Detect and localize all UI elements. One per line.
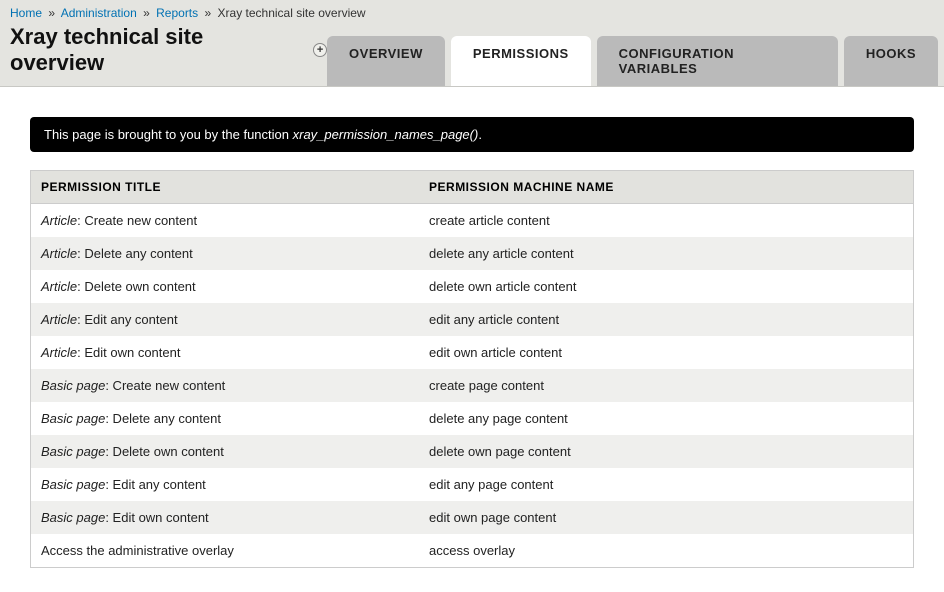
content-type-prefix: Basic page [41, 411, 105, 426]
breadcrumb: Home » Administration » Reports » Xray t… [0, 0, 944, 24]
breadcrumb-sep: » [143, 6, 150, 20]
permission-machine-cell: access overlay [419, 534, 913, 568]
permission-title-cell: Article: Create new content [31, 204, 420, 238]
breadcrumb-sep: » [48, 6, 55, 20]
table-body: Article: Create new contentcreate articl… [31, 204, 914, 568]
table-row: Article: Edit any contentedit any articl… [31, 303, 914, 336]
permission-title-text: : Create new content [105, 378, 225, 393]
info-bar-prefix: This page is brought to you by the funct… [44, 127, 293, 142]
title-bar: Xray technical site overview + OVERVIEW … [0, 24, 944, 87]
permission-title-text: : Edit any content [105, 477, 205, 492]
permission-machine-cell: edit own article content [419, 336, 913, 369]
permission-machine-cell: edit any page content [419, 468, 913, 501]
permission-title-text: : Delete own content [77, 279, 196, 294]
permission-title-cell: Basic page: Create new content [31, 369, 420, 402]
permission-machine-cell: edit any article content [419, 303, 913, 336]
permissions-table: PERMISSION TITLE PERMISSION MACHINE NAME… [30, 170, 914, 568]
content-type-prefix: Basic page [41, 444, 105, 459]
breadcrumb-sep: » [205, 6, 212, 20]
permission-title-cell: Article: Edit any content [31, 303, 420, 336]
tab-permissions[interactable]: PERMISSIONS [451, 36, 591, 86]
table-row: Article: Delete own contentdelete own ar… [31, 270, 914, 303]
page-title-text: Xray technical site overview [10, 24, 303, 76]
plus-icon[interactable]: + [313, 43, 327, 57]
table-row: Basic page: Delete own contentdelete own… [31, 435, 914, 468]
permission-title-cell: Basic page: Edit own content [31, 501, 420, 534]
permission-title-text: : Edit any content [77, 312, 177, 327]
permission-title-text: : Edit own content [77, 345, 180, 360]
tab-overview[interactable]: OVERVIEW [327, 36, 445, 86]
permission-title-cell: Article: Edit own content [31, 336, 420, 369]
permission-title-text: : Create new content [77, 213, 197, 228]
content-type-prefix: Article [41, 312, 77, 327]
content-type-prefix: Article [41, 279, 77, 294]
info-bar-suffix: . [478, 127, 482, 142]
permission-title-text: : Delete any content [77, 246, 193, 261]
content-type-prefix: Basic page [41, 477, 105, 492]
permission-machine-cell: delete own page content [419, 435, 913, 468]
permission-title-cell: Basic page: Delete any content [31, 402, 420, 435]
page-content: This page is brought to you by the funct… [0, 87, 944, 592]
permission-title-cell: Access the administrative overlay [31, 534, 420, 568]
permission-title-cell: Basic page: Delete own content [31, 435, 420, 468]
page-title: Xray technical site overview + [10, 24, 327, 86]
permission-machine-cell: delete any article content [419, 237, 913, 270]
tabs: OVERVIEW PERMISSIONS CONFIGURATION VARIA… [327, 36, 944, 86]
table-row: Article: Edit own contentedit own articl… [31, 336, 914, 369]
table-row: Article: Create new contentcreate articl… [31, 204, 914, 238]
table-row: Basic page: Edit any contentedit any pag… [31, 468, 914, 501]
permission-machine-cell: delete any page content [419, 402, 913, 435]
table-header-machine: PERMISSION MACHINE NAME [419, 171, 913, 204]
permission-machine-cell: create article content [419, 204, 913, 238]
content-type-prefix: Article [41, 213, 77, 228]
tab-configuration-variables[interactable]: CONFIGURATION VARIABLES [597, 36, 838, 86]
permission-title-text: : Delete own content [105, 444, 224, 459]
content-type-prefix: Basic page [41, 378, 105, 393]
content-type-prefix: Basic page [41, 510, 105, 525]
table-row: Basic page: Delete any contentdelete any… [31, 402, 914, 435]
content-type-prefix: Article [41, 345, 77, 360]
permission-machine-cell: edit own page content [419, 501, 913, 534]
breadcrumb-link-reports[interactable]: Reports [156, 6, 198, 20]
permission-title-cell: Basic page: Edit any content [31, 468, 420, 501]
breadcrumb-link-admin[interactable]: Administration [61, 6, 137, 20]
permission-title-text: : Delete any content [105, 411, 221, 426]
table-row: Access the administrative overlayaccess … [31, 534, 914, 568]
info-bar: This page is brought to you by the funct… [30, 117, 914, 152]
table-row: Basic page: Create new contentcreate pag… [31, 369, 914, 402]
info-bar-fn: xray_permission_names_page() [293, 127, 479, 142]
table-row: Article: Delete any contentdelete any ar… [31, 237, 914, 270]
content-type-prefix: Article [41, 246, 77, 261]
table-row: Basic page: Edit own contentedit own pag… [31, 501, 914, 534]
permission-machine-cell: create page content [419, 369, 913, 402]
breadcrumb-link-home[interactable]: Home [10, 6, 42, 20]
permission-machine-cell: delete own article content [419, 270, 913, 303]
tab-hooks[interactable]: HOOKS [844, 36, 938, 86]
table-header-title: PERMISSION TITLE [31, 171, 420, 204]
permission-title-text: : Edit own content [105, 510, 208, 525]
permission-title-cell: Article: Delete own content [31, 270, 420, 303]
permission-title-cell: Article: Delete any content [31, 237, 420, 270]
breadcrumb-current: Xray technical site overview [218, 6, 366, 20]
